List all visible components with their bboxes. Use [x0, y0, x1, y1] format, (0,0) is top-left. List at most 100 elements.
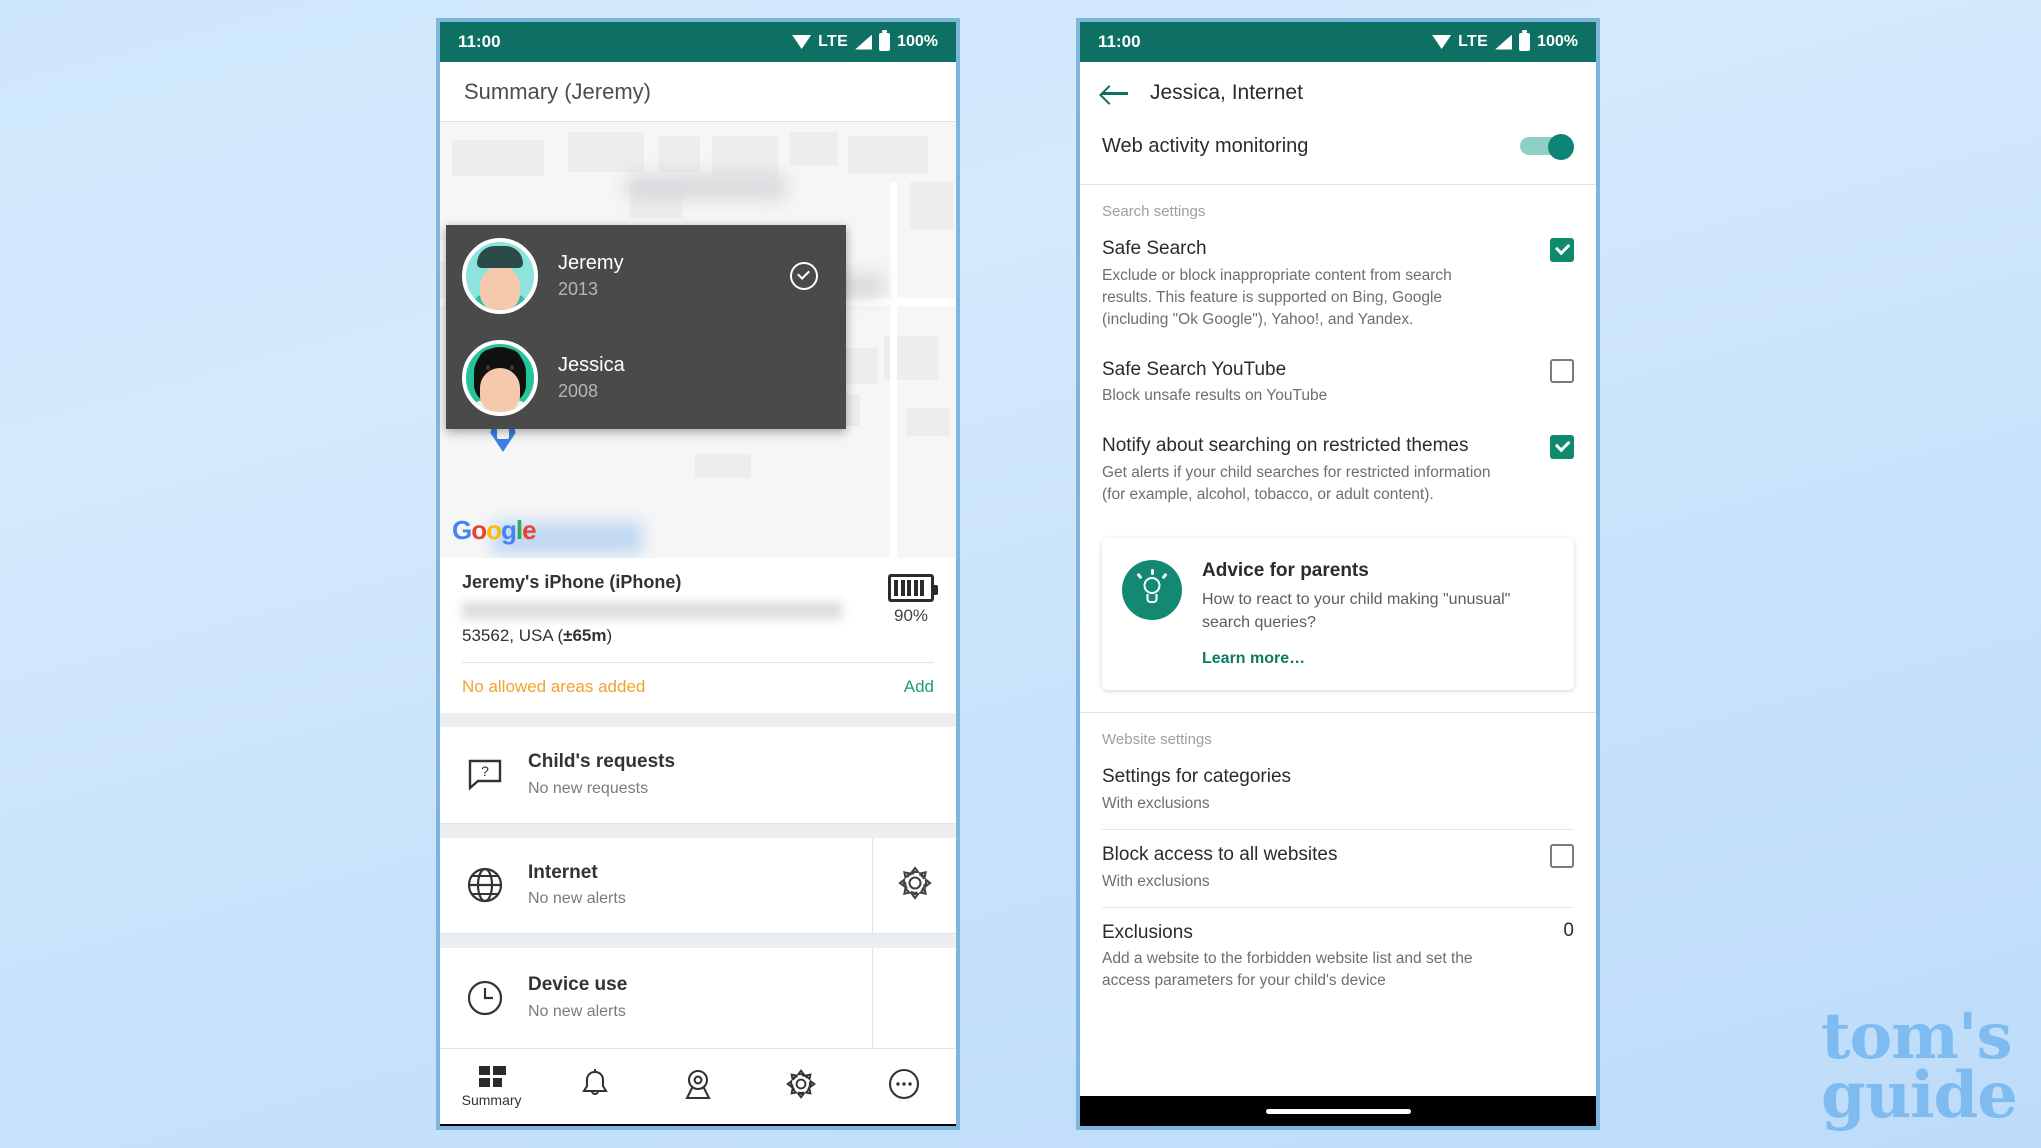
map-building — [452, 140, 544, 176]
bottom-navigation: Summary — [440, 1048, 956, 1125]
wifi-icon — [1432, 35, 1452, 49]
card-subtitle: No new requests — [528, 779, 649, 797]
row-description: With exclusions — [1102, 872, 1210, 890]
map-area[interactable]: niel Google Jeremy 2013 — [440, 122, 956, 558]
row-title: Settings for categories — [1102, 766, 1292, 788]
battery-percent: 100% — [897, 33, 938, 50]
safe-search-checkbox[interactable] — [1550, 238, 1574, 262]
block-all-websites-checkbox[interactable] — [1550, 843, 1574, 868]
nav-label-summary: Summary — [461, 1091, 522, 1108]
advice-title: Advice for parents — [1202, 559, 1369, 581]
row-settings-for-categories[interactable]: Settings for categories With exclusions — [1080, 752, 1596, 829]
option-title: Safe Search — [1102, 238, 1207, 259]
map-building — [695, 454, 751, 478]
svg-text:?: ? — [481, 763, 489, 779]
gear-icon — [897, 865, 933, 906]
option-notify-restricted-themes[interactable]: Notify about searching on restricted the… — [1080, 421, 1596, 520]
card-title: Child's requests — [528, 751, 676, 772]
battery-percent: 100% — [1537, 33, 1578, 50]
map-redaction — [626, 174, 786, 200]
learn-more-link[interactable]: Learn more… — [1202, 650, 1305, 668]
add-area-button[interactable]: Add — [904, 677, 934, 697]
section-gap — [440, 823, 956, 838]
grid-icon — [478, 1065, 506, 1088]
nav-item-location[interactable] — [646, 1068, 749, 1105]
nav-item-settings[interactable] — [750, 1068, 853, 1105]
device-battery-icon — [888, 574, 938, 602]
option-description: Exclude or block inappropriate content f… — [1102, 266, 1452, 328]
bell-icon — [580, 1068, 610, 1105]
child-picker-item-jeremy[interactable]: Jeremy 2013 — [446, 225, 846, 327]
row-description: With exclusions — [1102, 794, 1210, 812]
map-building — [910, 182, 954, 230]
advice-description: How to react to your child making "unusu… — [1202, 590, 1511, 632]
summary-header[interactable]: Summary (Jeremy) — [440, 62, 956, 122]
child-birth-year: 2008 — [558, 380, 599, 401]
child-picker-dropdown[interactable]: Jeremy 2013 Jessica 2008 — [446, 225, 846, 429]
selected-check-icon — [790, 262, 818, 290]
internet-settings-button[interactable] — [872, 837, 956, 934]
map-building — [906, 408, 950, 436]
web-activity-monitoring-label: Web activity monitoring — [1102, 134, 1309, 157]
gear-icon — [785, 1068, 817, 1105]
question-bubble-icon: ? — [462, 759, 508, 791]
home-indicator[interactable] — [1265, 1108, 1411, 1114]
option-safe-search-youtube[interactable]: Safe Search YouTube Block unsafe results… — [1080, 345, 1596, 422]
nav-item-more[interactable] — [853, 1068, 956, 1105]
page-title: Summary (Jeremy) — [464, 78, 652, 104]
map-building — [790, 132, 838, 166]
option-title: Notify about searching on restricted the… — [1102, 435, 1469, 457]
nav-item-alerts[interactable] — [543, 1068, 646, 1105]
device-battery-percent: 90% — [893, 606, 929, 625]
card-device-use[interactable]: Device use No new alerts — [440, 948, 956, 1049]
map-road — [890, 182, 897, 558]
lightbulb-icon — [1122, 559, 1182, 620]
nav-item-summary[interactable]: Summary — [440, 1065, 543, 1108]
card-subtitle: No new alerts — [528, 890, 626, 908]
map-building — [658, 136, 700, 172]
card-title: Device use — [528, 974, 628, 996]
more-icon — [888, 1068, 920, 1105]
child-name: Jessica — [558, 353, 625, 376]
card-internet[interactable]: Internet No new alerts — [440, 837, 956, 935]
network-label: LTE — [1458, 33, 1489, 50]
device-name: Jeremy's iPhone (iPhone) — [462, 572, 682, 592]
web-activity-monitoring-toggle[interactable] — [1520, 134, 1574, 160]
row-block-all-websites[interactable]: Block access to all websites With exclus… — [1080, 830, 1596, 907]
option-title: Safe Search YouTube — [1102, 358, 1287, 380]
advice-for-parents-card[interactable]: Advice for parents How to react to your … — [1102, 537, 1574, 691]
map-pin-icon — [682, 1068, 714, 1105]
option-safe-search[interactable]: Safe Search Exclude or block inappropria… — [1080, 224, 1596, 345]
right-status-bar: 11:00 LTE 100% — [1080, 22, 1596, 62]
device-address-redacted — [462, 602, 842, 619]
back-arrow-icon[interactable] — [1102, 84, 1128, 102]
map-building — [848, 136, 928, 174]
child-name: Jeremy — [558, 251, 624, 274]
section-gap — [440, 713, 956, 727]
card-subtitle: No new alerts — [528, 1003, 626, 1021]
home-indicator-bar — [440, 1124, 956, 1126]
row-description: Add a website to the forbidden website l… — [1102, 950, 1473, 990]
page-title: Jessica, Internet — [1150, 81, 1303, 104]
signal-icon — [1495, 34, 1513, 50]
network-label: LTE — [818, 33, 849, 50]
battery-icon — [879, 30, 891, 51]
allowed-areas-status: No allowed areas added — [462, 677, 646, 696]
device-summary-card[interactable]: Jeremy's iPhone (iPhone) 53562, USA (±65… — [440, 558, 956, 713]
card-childs-requests[interactable]: ? Child's requests No new requests — [440, 727, 956, 824]
website-settings-section-label: Website settings — [1102, 731, 1212, 749]
option-description: Get alerts if your child searches for re… — [1102, 463, 1491, 503]
row-title: Exclusions — [1102, 921, 1193, 943]
battery-icon — [1519, 30, 1531, 51]
row-exclusions[interactable]: Exclusions Add a website to the forbidde… — [1080, 908, 1596, 1007]
card-title: Internet — [528, 861, 598, 883]
safe-search-youtube-checkbox[interactable] — [1550, 358, 1574, 383]
child-picker-item-jessica[interactable]: Jessica 2008 — [446, 327, 846, 429]
wifi-icon — [792, 35, 812, 49]
web-activity-monitoring-row[interactable]: Web activity monitoring — [1080, 124, 1596, 184]
row-title: Block access to all websites — [1102, 843, 1338, 865]
notify-restricted-themes-checkbox[interactable] — [1550, 435, 1574, 460]
device-use-settings-button[interactable] — [872, 948, 956, 1049]
watermark-line-2: guide — [1820, 1058, 2018, 1134]
toms-guide-watermark: tom's guide — [1820, 1005, 2018, 1134]
